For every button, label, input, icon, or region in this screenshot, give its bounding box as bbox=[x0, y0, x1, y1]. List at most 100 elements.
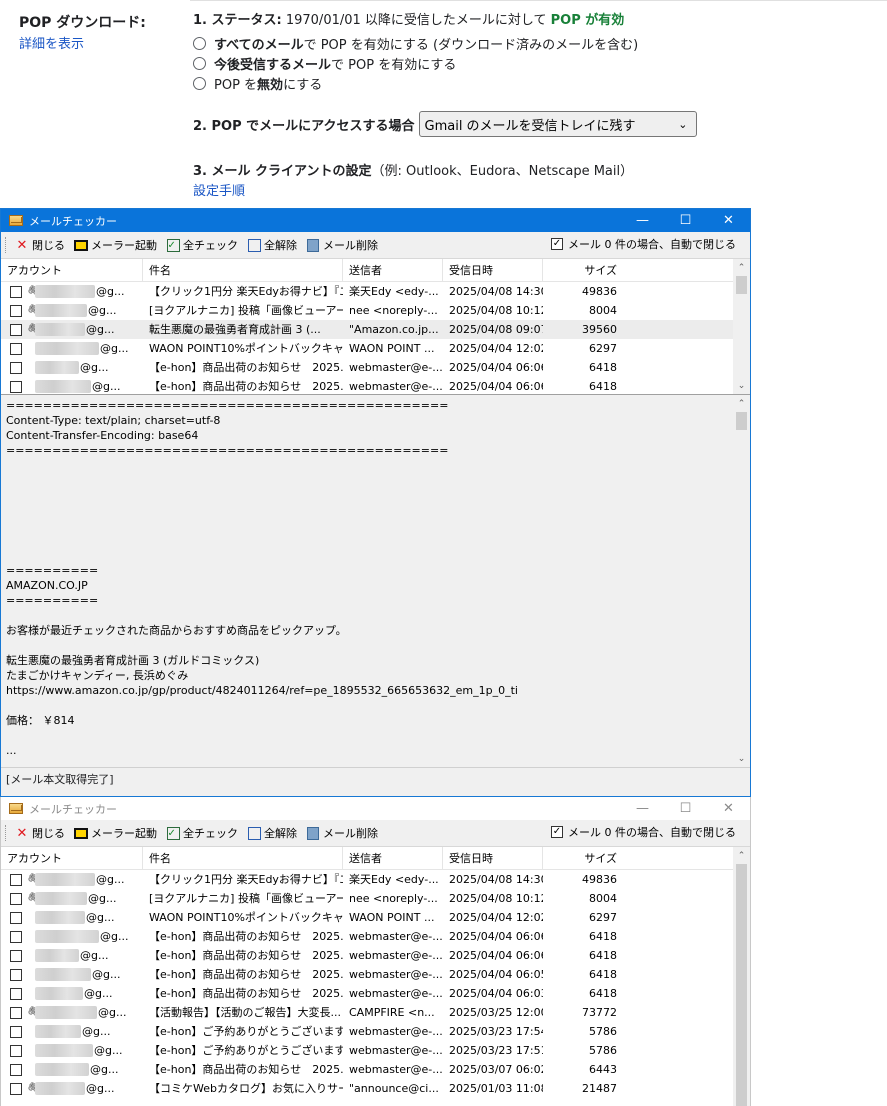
scroll-down-icon[interactable]: ⌄ bbox=[733, 750, 750, 767]
radio-button[interactable] bbox=[193, 56, 206, 70]
date-cell: 2025/04/04 12:02 bbox=[449, 911, 543, 924]
launch-mailer-button[interactable]: メーラー起動 bbox=[71, 235, 163, 255]
row-checkbox[interactable] bbox=[10, 1025, 22, 1038]
scroll-up-icon[interactable]: ⌃ bbox=[733, 847, 750, 864]
auto-close-checkbox[interactable]: ✓ bbox=[551, 826, 563, 838]
mail-row[interactable]: @g... 【e-hon】商品出荷のお知らせ 2025... webmaster@e… bbox=[1, 377, 750, 394]
mail-row[interactable]: 🖇 @g... 【クリック1円分 楽天Edyお得ナビ】『エ... 楽天Edy <edy… bbox=[1, 282, 750, 301]
radio-button[interactable] bbox=[193, 36, 206, 50]
access-select[interactable]: Gmail のメールを受信トレイに残す ⌄ bbox=[418, 111, 697, 137]
toolbar-grip[interactable] bbox=[5, 237, 8, 253]
radio-button[interactable] bbox=[193, 76, 206, 90]
minimize-button[interactable]: — bbox=[621, 797, 664, 820]
mail-row[interactable]: 🖇 @g... [ヨクアルナニカ] 投稿「画像ビューアー「... nee <norep… bbox=[1, 301, 750, 320]
minimize-button[interactable]: — bbox=[621, 209, 664, 232]
column-account[interactable]: アカウント bbox=[1, 847, 143, 870]
scroll-down-icon[interactable]: ⌄ bbox=[733, 377, 750, 394]
row-checkbox[interactable] bbox=[10, 304, 22, 317]
mail-row[interactable]: @g... 【e-hon】商品出荷のお知らせ 2025... webmaster@e… bbox=[1, 984, 750, 1003]
mail-row[interactable]: 🖇 @g... 【クリック1円分 楽天Edyお得ナビ】『エ... 楽天Edy <edy… bbox=[1, 870, 750, 889]
mail-row[interactable]: @g... 【e-hon】商品出荷のお知らせ 2025... webmaster@e… bbox=[1, 965, 750, 984]
delete-mail-button[interactable]: メール削除 bbox=[303, 235, 384, 255]
row-checkbox[interactable] bbox=[10, 968, 22, 981]
body-scrollbar[interactable]: ⌃ ⌄ bbox=[733, 395, 750, 767]
auto-close-option[interactable]: ✓ メール 0 件の場合、自動で閉じる bbox=[551, 824, 736, 840]
mail-row[interactable]: 🖇 @g... 【活動報告】【活動のご報告】大変長... CAMPFIRE <n...… bbox=[1, 1003, 750, 1022]
mail-row[interactable]: @g... 【e-hon】商品出荷のお知らせ 2025... webmaster@e… bbox=[1, 1060, 750, 1079]
mail-row[interactable]: @g... 【e-hon】商品出荷のお知らせ 2025... webmaster@e… bbox=[1, 946, 750, 965]
scroll-thumb[interactable] bbox=[736, 864, 747, 1106]
list-scrollbar[interactable]: ⌃ bbox=[733, 847, 750, 1106]
row-checkbox[interactable] bbox=[10, 361, 22, 374]
scroll-up-icon[interactable]: ⌃ bbox=[733, 395, 750, 412]
maximize-button[interactable]: ☐ bbox=[664, 797, 707, 820]
toolbar: ✕ 閉じる メーラー起動 ✓ 全チェック 全解除 メール削除 ✓ メール 0 件の場合… bbox=[1, 232, 750, 258]
scroll-thumb[interactable] bbox=[736, 412, 747, 430]
column-date[interactable]: 受信日時 bbox=[443, 259, 543, 282]
mail-row[interactable]: @g... 【e-hon】商品出荷のお知らせ 2025... webmaster@e… bbox=[1, 927, 750, 946]
mail-row[interactable]: @g... 【e-hon】商品出荷のお知らせ 2025... webmaster@e… bbox=[1, 358, 750, 377]
subject-cell: [ヨクアルナニカ] 投稿「画像ビューアー「... bbox=[149, 304, 343, 317]
list-scrollbar[interactable]: ⌃ ⌄ bbox=[733, 259, 750, 394]
radio-all-mail[interactable]: すべてのメールで POP を有効にする (ダウンロード済みのメールを含む) bbox=[193, 33, 883, 53]
account-domain: @g... bbox=[86, 1082, 115, 1095]
column-subject[interactable]: 件名 bbox=[143, 259, 343, 282]
toolbar-grip[interactable] bbox=[5, 825, 8, 841]
close-window-button[interactable]: ✕ bbox=[707, 797, 750, 820]
mail-row[interactable]: @g... 【e-hon】ご予約ありがとうございます webmaster@e-...… bbox=[1, 1041, 750, 1060]
mail-row[interactable]: 🖇 @g... [ヨクアルナニカ] 投稿「画像ビューアー「... nee <norep… bbox=[1, 889, 750, 908]
delete-mail-button[interactable]: メール削除 bbox=[303, 823, 384, 843]
sender-cell: 楽天Edy <edy-... bbox=[349, 873, 439, 886]
auto-close-checkbox[interactable]: ✓ bbox=[551, 238, 563, 250]
scroll-up-icon[interactable]: ⌃ bbox=[733, 259, 750, 276]
uncheck-all-button[interactable]: 全解除 bbox=[244, 823, 303, 843]
row-checkbox[interactable] bbox=[10, 949, 22, 962]
close-button[interactable]: ✕ 閉じる bbox=[12, 823, 71, 843]
title-bar[interactable]: メールチェッカー — ☐ ✕ bbox=[1, 797, 750, 820]
mail-row[interactable]: 🖇 @g... 【コミケWebカタログ】お気に入りサーク... "announce@c… bbox=[1, 1079, 750, 1098]
title-bar[interactable]: メールチェッカー — ☐ ✕ bbox=[1, 209, 750, 232]
radio-future-mail[interactable]: 今後受信するメールで POP を有効にする bbox=[193, 53, 883, 73]
column-size[interactable]: サイズ bbox=[543, 259, 623, 282]
column-sender[interactable]: 送信者 bbox=[343, 847, 443, 870]
close-button[interactable]: ✕ 閉じる bbox=[12, 235, 71, 255]
mail-body-pane[interactable]: ========================================… bbox=[1, 395, 750, 768]
setup-instructions-link[interactable]: 設定手順 bbox=[193, 180, 245, 199]
show-details-link[interactable]: 詳細を表示 bbox=[19, 33, 84, 52]
row-checkbox[interactable] bbox=[10, 987, 22, 1000]
radio-disable-pop[interactable]: POP を無効 にする bbox=[193, 73, 883, 93]
check-all-button[interactable]: ✓ 全チェック bbox=[163, 823, 244, 843]
sender-cell: webmaster@e-... bbox=[349, 968, 443, 981]
row-checkbox[interactable] bbox=[10, 342, 22, 355]
sender-cell: webmaster@e-... bbox=[349, 1044, 443, 1057]
mail-row[interactable]: 🖇 @g... 転生悪魔の最強勇者育成計画 3 (... "Amazon.co.jp.… bbox=[1, 320, 750, 339]
row-checkbox[interactable] bbox=[10, 1063, 22, 1076]
uncheck-all-button[interactable]: 全解除 bbox=[244, 235, 303, 255]
maximize-button[interactable]: ☐ bbox=[664, 209, 707, 232]
column-date[interactable]: 受信日時 bbox=[443, 847, 543, 870]
row-checkbox[interactable] bbox=[10, 892, 22, 905]
row-checkbox[interactable] bbox=[10, 911, 22, 924]
row-checkbox[interactable] bbox=[10, 1044, 22, 1057]
check-all-button[interactable]: ✓ 全チェック bbox=[163, 235, 244, 255]
mail-row[interactable]: @g... WAON POINT10%ポイントバックキャ... WAON POINT… bbox=[1, 339, 750, 358]
row-checkbox[interactable] bbox=[10, 380, 22, 393]
mail-row[interactable]: @g... 【e-hon】ご予約ありがとうございます webmaster@e-...… bbox=[1, 1022, 750, 1041]
row-checkbox[interactable] bbox=[10, 873, 22, 886]
auto-close-option[interactable]: ✓ メール 0 件の場合、自動で閉じる bbox=[551, 236, 736, 252]
mail-list[interactable]: アカウント 件名 送信者 受信日時 サイズ 🖇 @g... 【クリック1円分 楽天E… bbox=[1, 258, 750, 395]
launch-mailer-button[interactable]: メーラー起動 bbox=[71, 823, 163, 843]
column-sender[interactable]: 送信者 bbox=[343, 259, 443, 282]
row-checkbox[interactable] bbox=[10, 1006, 22, 1019]
mail-list[interactable]: アカウント 件名 送信者 受信日時 サイズ 🖇 @g... 【クリック1円分 楽天E… bbox=[1, 846, 750, 1106]
row-checkbox[interactable] bbox=[10, 1082, 22, 1095]
scroll-thumb[interactable] bbox=[736, 276, 747, 294]
close-window-button[interactable]: ✕ bbox=[707, 209, 750, 232]
row-checkbox[interactable] bbox=[10, 323, 22, 336]
column-account[interactable]: アカウント bbox=[1, 259, 143, 282]
column-subject[interactable]: 件名 bbox=[143, 847, 343, 870]
column-size[interactable]: サイズ bbox=[543, 847, 623, 870]
row-checkbox[interactable] bbox=[10, 285, 22, 298]
mail-row[interactable]: @g... WAON POINT10%ポイントバックキャ... WAON POINT… bbox=[1, 908, 750, 927]
row-checkbox[interactable] bbox=[10, 930, 22, 943]
